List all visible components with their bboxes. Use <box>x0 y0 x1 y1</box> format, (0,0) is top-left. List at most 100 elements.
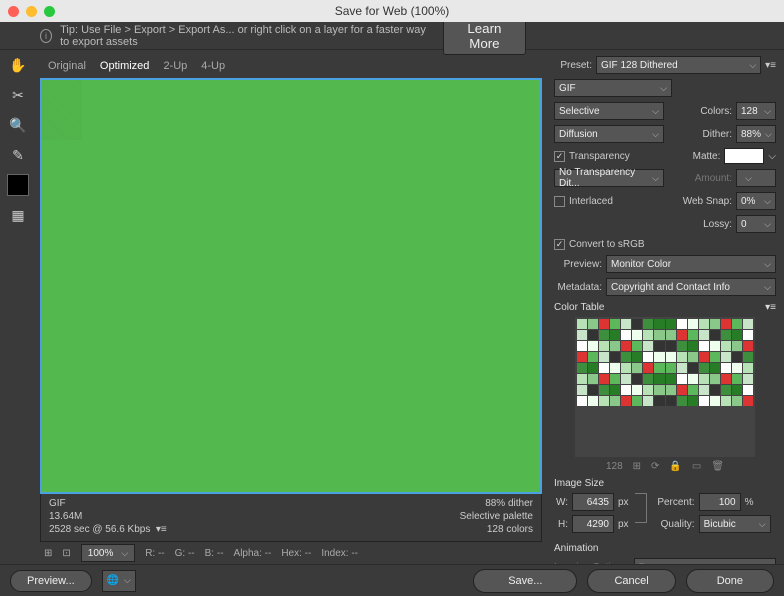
h-label: H: <box>554 519 568 530</box>
status-r: R: -- <box>145 548 164 559</box>
preset-label: Preset: <box>554 60 592 71</box>
preset-select[interactable]: GIF 128 Dithered <box>596 56 761 74</box>
chevron-down-icon[interactable]: ⌵ <box>768 151 776 162</box>
quality-select[interactable]: Bicubic <box>699 515 771 533</box>
preview-profile-select[interactable]: Monitor Color <box>606 255 776 273</box>
cancel-button[interactable]: Cancel <box>587 569 675 593</box>
status-hex: Hex: -- <box>281 548 311 559</box>
preset-menu-icon[interactable]: ▾≡ <box>765 60 776 71</box>
browser-preview-select[interactable]: 🌐 <box>102 570 136 592</box>
metadata-select[interactable]: Copyright and Contact Info <box>606 278 776 296</box>
websnap-select[interactable]: 0% <box>736 192 776 210</box>
settings-panel: Preset: GIF 128 Dithered ▾≡ GIF Selective C… <box>548 50 784 564</box>
px-unit: px <box>618 519 629 530</box>
transparency-label: Transparency <box>569 151 630 162</box>
close-icon[interactable] <box>8 6 19 17</box>
minimize-icon[interactable] <box>26 6 37 17</box>
height-input[interactable] <box>572 515 614 533</box>
lossy-label: Lossy: <box>703 219 732 230</box>
format-select[interactable]: GIF <box>554 79 672 97</box>
transparency-checkbox[interactable]: ✓ <box>554 151 565 162</box>
hand-tool-icon[interactable]: ✋ <box>7 54 29 76</box>
titlebar: Save for Web (100%) <box>0 0 784 22</box>
layout-icon[interactable]: ⊡ <box>62 548 70 559</box>
preview-dither: 88% dither <box>460 498 533 509</box>
percent-symbol: % <box>745 497 754 508</box>
percent-label: Percent: <box>653 497 695 508</box>
ct-tool-icon[interactable]: ⟳ <box>651 461 659 472</box>
learn-more-button[interactable]: Learn More <box>443 17 526 55</box>
image-size-title: Image Size <box>554 478 776 489</box>
tab-2up[interactable]: 2-Up <box>163 60 187 72</box>
w-label: W: <box>554 497 568 508</box>
dither-select[interactable]: 88% <box>736 125 776 143</box>
interlaced-checkbox[interactable] <box>554 196 565 207</box>
ct-trash-icon[interactable]: 🗑 <box>711 461 724 472</box>
foreground-swatch[interactable] <box>7 174 29 196</box>
tab-original[interactable]: Original <box>48 60 86 72</box>
preview-info: GIF 13.64M 2528 sec @ 56.6 Kbps ▾≡ 88% d… <box>40 494 542 542</box>
percent-input[interactable] <box>699 493 741 511</box>
color-table-title: Color Table <box>554 302 604 313</box>
status-b: B: -- <box>205 548 224 559</box>
preview-profile-label: Preview: <box>554 259 602 270</box>
preview-button[interactable]: Preview... <box>10 570 92 592</box>
interlaced-label: Interlaced <box>569 196 613 207</box>
done-button[interactable]: Done <box>686 569 774 593</box>
preview-canvas[interactable] <box>40 78 542 494</box>
tip-bar: i Tip: Use File > Export > Export As... … <box>0 22 784 50</box>
bottom-bar: Preview... 🌐 Save... Cancel Done <box>0 564 784 596</box>
colors-label: Colors: <box>700 106 732 117</box>
srgb-checkbox[interactable]: ✓ <box>554 239 565 250</box>
zoom-icon[interactable] <box>44 6 55 17</box>
matte-swatch[interactable] <box>724 148 764 164</box>
preview-palette: Selective palette <box>460 511 533 522</box>
quality-label: Quality: <box>653 519 695 530</box>
ct-new-icon[interactable]: ▭ <box>692 461 701 472</box>
colors-select[interactable]: 128 <box>736 102 776 120</box>
toggle-slice-icon[interactable]: ▦ <box>7 204 29 226</box>
status-row: ⊞ ⊡ 100% R: -- G: -- B: -- Alpha: -- Hex… <box>40 542 542 564</box>
status-alpha: Alpha: -- <box>234 548 272 559</box>
color-count: 128 <box>606 461 623 472</box>
tab-4up[interactable]: 4-Up <box>201 60 225 72</box>
websnap-label: Web Snap: <box>683 196 732 207</box>
loop-select: Forever <box>634 558 776 564</box>
loop-label: Looping Options: <box>554 562 630 565</box>
width-input[interactable] <box>572 493 614 511</box>
color-table-menu-icon[interactable]: ▾≡ <box>765 302 776 313</box>
preview-size: 13.64M <box>49 511 167 522</box>
dither-method-select[interactable]: Diffusion <box>554 125 664 143</box>
ct-lock-icon[interactable]: 🔒 <box>669 461 681 472</box>
save-button[interactable]: Save... <box>473 569 577 593</box>
status-index: Index: -- <box>321 548 358 559</box>
zoom-tool-icon[interactable]: 🔍 <box>7 114 29 136</box>
matte-label: Matte: <box>693 151 721 162</box>
tool-column: ✋ ✂ 🔍 ✎ ▦ <box>0 50 36 564</box>
view-tabs: Original Optimized 2-Up 4-Up <box>40 54 542 78</box>
eyedropper-tool-icon[interactable]: ✎ <box>7 144 29 166</box>
reduction-select[interactable]: Selective <box>554 102 664 120</box>
link-icon[interactable] <box>635 493 647 523</box>
metadata-label: Metadata: <box>554 282 602 293</box>
ct-tool-icon[interactable]: ⊞ <box>633 461 641 472</box>
color-table[interactable] <box>575 317 755 457</box>
slice-tool-icon[interactable]: ✂ <box>7 84 29 106</box>
grid-icon[interactable]: ⊞ <box>44 548 52 559</box>
tip-text: Tip: Use File > Export > Export As... or… <box>60 24 435 48</box>
tab-optimized[interactable]: Optimized <box>100 60 150 72</box>
window-title: Save for Web (100%) <box>335 4 450 18</box>
status-g: G: -- <box>175 548 195 559</box>
transparency-dither-select[interactable]: No Transparency Dit... <box>554 169 664 187</box>
traffic-lights <box>8 6 55 17</box>
preview-format: GIF <box>49 498 167 509</box>
dither-label: Dither: <box>703 129 732 140</box>
px-unit: px <box>618 497 629 508</box>
animation-title: Animation <box>554 543 776 554</box>
amount-select <box>736 169 776 187</box>
zoom-select[interactable]: 100% <box>81 544 135 562</box>
lossy-select[interactable]: 0 <box>736 215 776 233</box>
preview-colors: 128 colors <box>460 524 533 535</box>
preview-time: 2528 sec @ 56.6 Kbps ▾≡ <box>49 524 167 535</box>
info-icon: i <box>40 29 52 43</box>
